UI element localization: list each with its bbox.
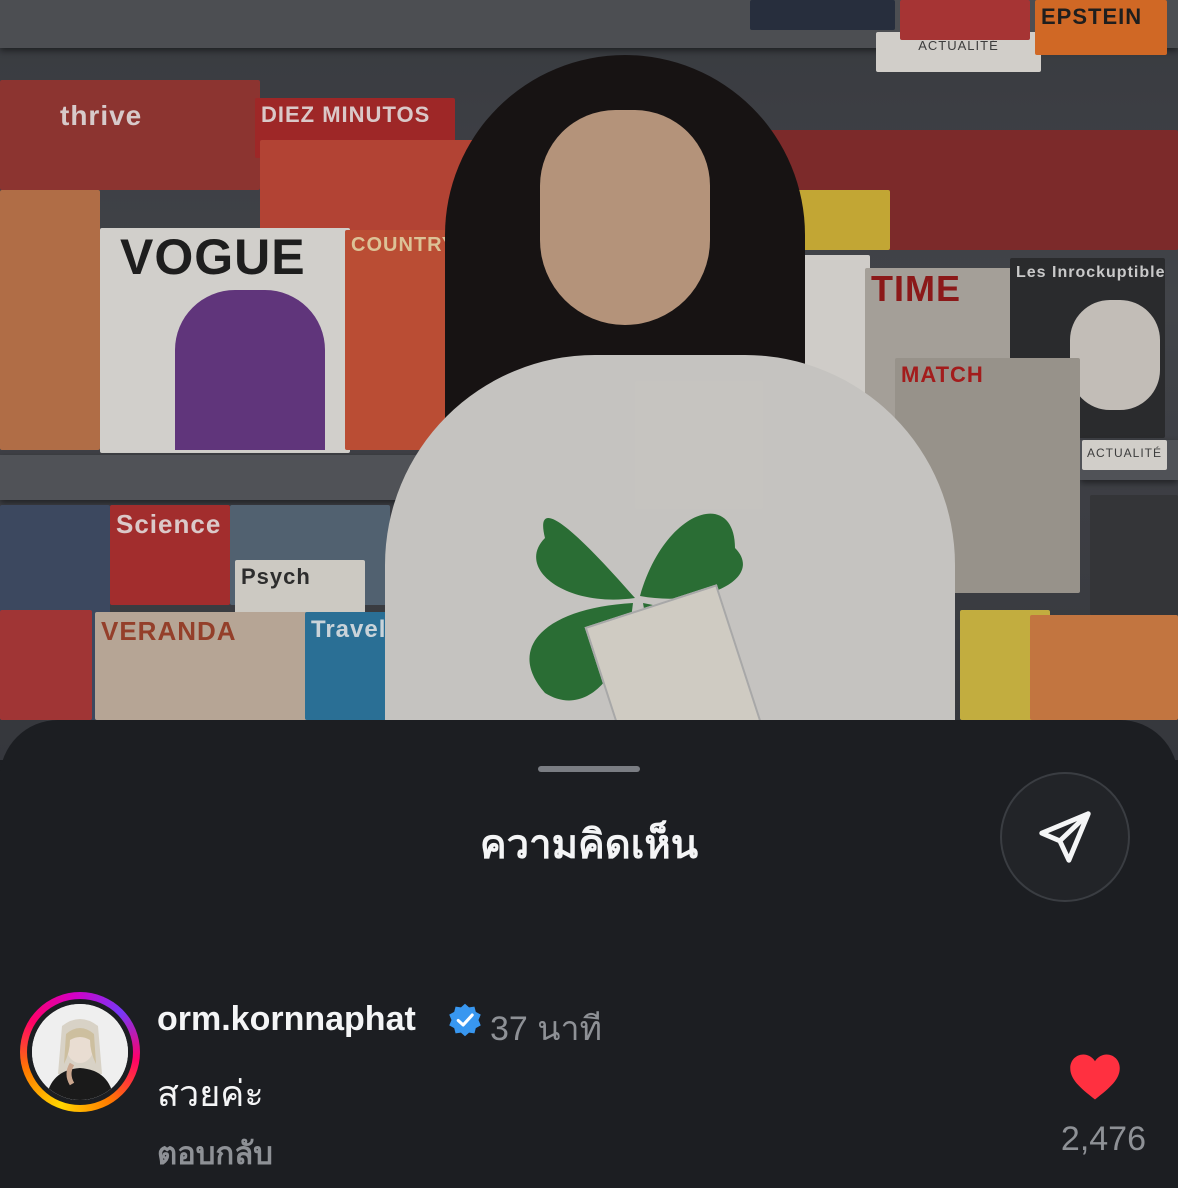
comment-text: สวยค่ะ xyxy=(157,1073,264,1114)
avatar-image xyxy=(32,1004,128,1100)
verified-badge-icon xyxy=(449,1003,481,1037)
avatar[interactable] xyxy=(32,1004,128,1100)
comments-sheet: ความคิดเห็น orm.kornnaphat 37 นาที สวยค่… xyxy=(0,720,1178,1188)
heart-filled-icon[interactable] xyxy=(1068,1052,1122,1102)
reply-button[interactable]: ตอบกลับ xyxy=(157,1128,273,1178)
comment-username[interactable]: orm.kornnaphat xyxy=(157,1000,416,1039)
story-ring[interactable] xyxy=(20,992,140,1112)
comment-timestamp: 37 นาที xyxy=(490,1010,603,1048)
comment-item: orm.kornnaphat 37 นาที สวยค่ะ ตอบกลับ 2,… xyxy=(0,720,1178,1188)
like-count: 2,476 xyxy=(1060,1120,1146,1158)
post-photo: ACTUALITÉ EPSTEIN thrive DIEZ MINUTOS VO… xyxy=(0,0,1178,760)
